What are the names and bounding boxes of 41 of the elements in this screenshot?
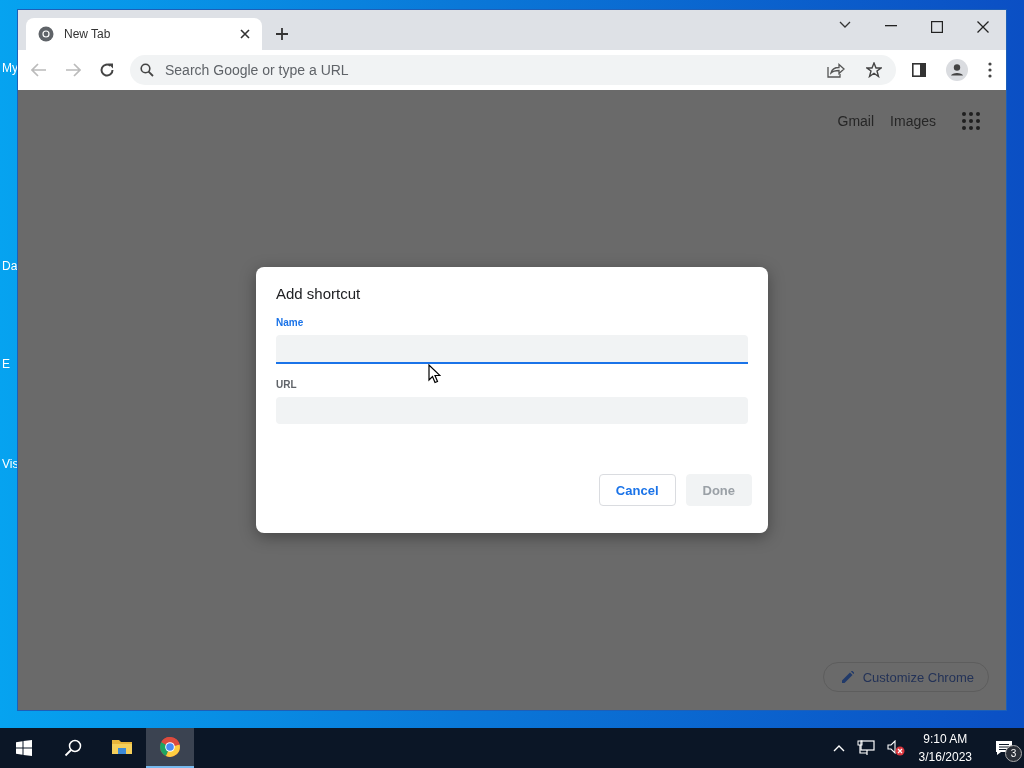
browser-tab[interactable]: New Tab	[26, 18, 262, 50]
search-icon	[140, 63, 154, 77]
mouse-pointer-icon	[428, 364, 441, 384]
apps-grid-icon[interactable]	[962, 112, 980, 130]
desktop-icon-label[interactable]: Da	[2, 259, 18, 273]
taskbar-app[interactable]	[146, 728, 194, 768]
chrome-logo-icon	[38, 26, 54, 42]
minimize-icon[interactable]	[885, 25, 897, 27]
desktop-icon-label[interactable]: My	[2, 61, 18, 75]
reload-icon[interactable]	[99, 62, 115, 78]
field-label: URL	[276, 379, 298, 390]
dialog-title: Add shortcut	[276, 285, 362, 302]
notification-count-badge: 3	[1005, 745, 1022, 762]
side-panel-icon[interactable]	[912, 63, 926, 77]
chevron-down-icon[interactable]	[839, 21, 851, 29]
customize-button[interactable]: Customize Chrome	[822, 662, 989, 692]
windows-logo-icon[interactable]	[16, 740, 32, 756]
clock-date[interactable]: 3/16/2023	[918, 748, 972, 766]
search-icon[interactable]	[64, 739, 82, 757]
desktop-icon-label[interactable]: E	[2, 357, 10, 371]
chevron-up-icon[interactable]	[832, 744, 845, 752]
dialog-button[interactable]: Cancel	[598, 474, 676, 506]
more-menu-icon[interactable]	[988, 62, 992, 78]
input-field[interactable]	[276, 335, 748, 364]
share-icon[interactable]	[827, 62, 845, 78]
notifications-button[interactable]: 3	[984, 728, 1024, 768]
address-bar[interactable]: Search Google or type a URL	[130, 55, 896, 85]
profile-avatar-icon[interactable]	[946, 59, 968, 81]
muted-speaker-icon[interactable]	[886, 740, 905, 756]
header-link[interactable]: Gmail	[837, 113, 875, 129]
pencil-icon	[841, 671, 854, 683]
clock-time[interactable]: 9:10 AM	[923, 730, 968, 748]
network-icon[interactable]	[856, 740, 875, 756]
maximize-icon[interactable]	[931, 21, 943, 33]
chrome-logo-icon	[159, 736, 181, 758]
field-label: Name	[276, 317, 305, 328]
close-icon[interactable]	[240, 29, 250, 39]
star-icon[interactable]	[866, 62, 882, 78]
close-icon[interactable]	[977, 21, 989, 33]
header-link[interactable]: Images	[890, 113, 936, 129]
plus-icon[interactable]	[275, 27, 289, 41]
